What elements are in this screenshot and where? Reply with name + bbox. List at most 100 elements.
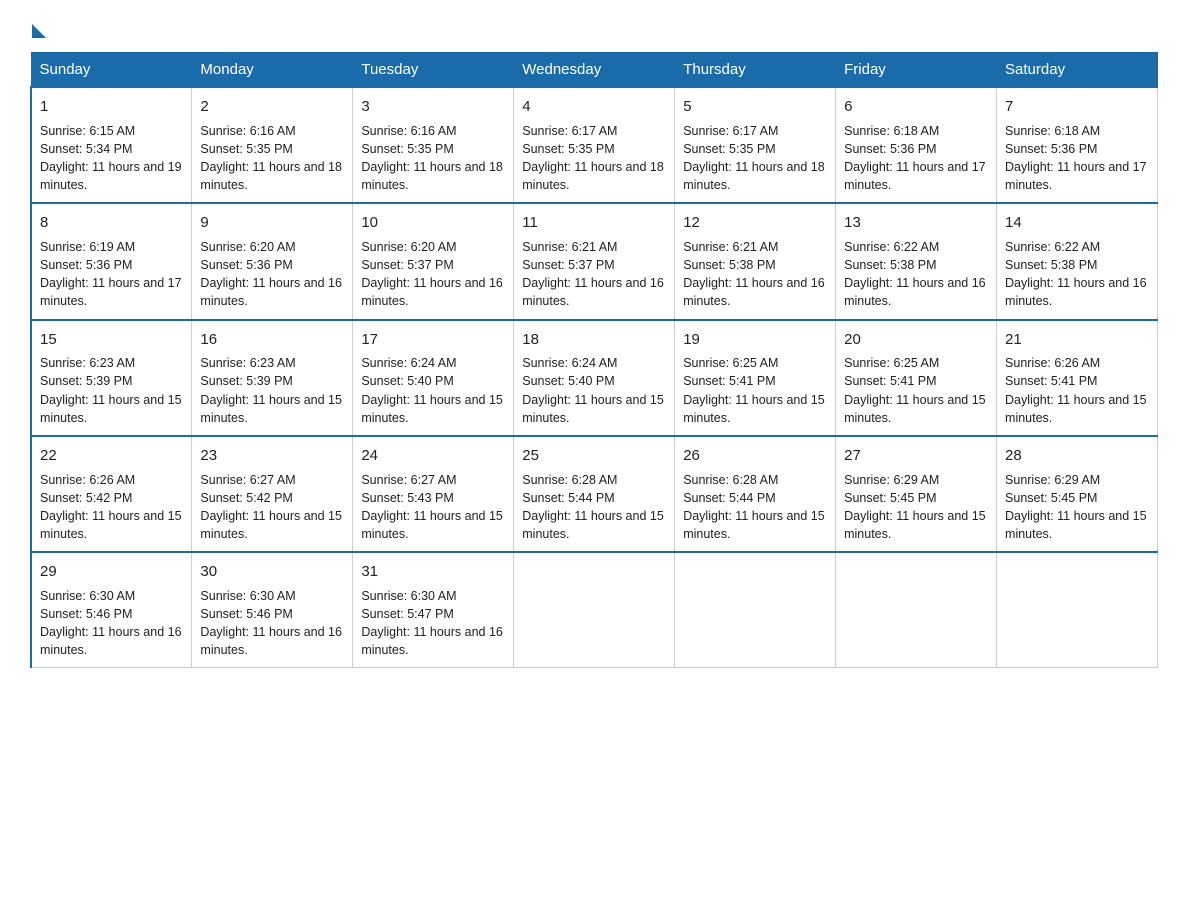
weekday-header-wednesday: Wednesday xyxy=(514,53,675,88)
day-info: Sunrise: 6:25 AMSunset: 5:41 PMDaylight:… xyxy=(683,356,825,424)
day-number: 17 xyxy=(361,329,505,351)
day-info: Sunrise: 6:28 AMSunset: 5:44 PMDaylight:… xyxy=(683,473,825,541)
day-info: Sunrise: 6:15 AMSunset: 5:34 PMDaylight:… xyxy=(40,124,182,192)
day-number: 24 xyxy=(361,445,505,467)
calendar-day-cell: 26 Sunrise: 6:28 AMSunset: 5:44 PMDayligh… xyxy=(675,436,836,552)
day-info: Sunrise: 6:20 AMSunset: 5:37 PMDaylight:… xyxy=(361,240,503,308)
day-number: 26 xyxy=(683,445,827,467)
calendar-day-cell: 28 Sunrise: 6:29 AMSunset: 5:45 PMDayligh… xyxy=(997,436,1158,552)
calendar-day-cell: 22Sunrise: 6:26 AMSunset: 5:42 PMDayligh… xyxy=(31,436,192,552)
day-number: 27 xyxy=(844,445,988,467)
calendar-week-row: 15 Sunrise: 6:23 AMSunset: 5:39 PMDayligh… xyxy=(31,320,1158,436)
day-info: Sunrise: 6:24 AMSunset: 5:40 PMDaylight:… xyxy=(361,356,503,424)
day-info: Sunrise: 6:30 AMSunset: 5:46 PMDaylight:… xyxy=(40,589,182,657)
calendar-day-cell: 3 Sunrise: 6:16 AMSunset: 5:35 PMDaylight… xyxy=(353,87,514,203)
calendar-day-cell: 13 Sunrise: 6:22 AMSunset: 5:38 PMDayligh… xyxy=(836,203,997,319)
day-number: 22 xyxy=(40,445,183,467)
day-info: Sunrise: 6:22 AMSunset: 5:38 PMDaylight:… xyxy=(844,240,986,308)
calendar-day-cell: 27 Sunrise: 6:29 AMSunset: 5:45 PMDayligh… xyxy=(836,436,997,552)
day-info: Sunrise: 6:20 AMSunset: 5:36 PMDaylight:… xyxy=(200,240,342,308)
day-number: 11 xyxy=(522,212,666,234)
day-number: 4 xyxy=(522,96,666,118)
calendar-day-cell: 21 Sunrise: 6:26 AMSunset: 5:41 PMDayligh… xyxy=(997,320,1158,436)
page-header xyxy=(30,20,1158,34)
day-number: 25 xyxy=(522,445,666,467)
day-info: Sunrise: 6:28 AMSunset: 5:44 PMDaylight:… xyxy=(522,473,664,541)
day-number: 20 xyxy=(844,329,988,351)
day-info: Sunrise: 6:27 AMSunset: 5:43 PMDaylight:… xyxy=(361,473,503,541)
weekday-header-tuesday: Tuesday xyxy=(353,53,514,88)
calendar-day-cell: 30Sunrise: 6:30 AMSunset: 5:46 PMDayligh… xyxy=(192,552,353,668)
day-number: 23 xyxy=(200,445,344,467)
day-info: Sunrise: 6:29 AMSunset: 5:45 PMDaylight:… xyxy=(844,473,986,541)
day-number: 6 xyxy=(844,96,988,118)
day-number: 29 xyxy=(40,561,183,583)
weekday-header-sunday: Sunday xyxy=(31,53,192,88)
day-info: Sunrise: 6:22 AMSunset: 5:38 PMDaylight:… xyxy=(1005,240,1147,308)
day-info: Sunrise: 6:21 AMSunset: 5:38 PMDaylight:… xyxy=(683,240,825,308)
day-info: Sunrise: 6:19 AMSunset: 5:36 PMDaylight:… xyxy=(40,240,182,308)
calendar-week-row: 22Sunrise: 6:26 AMSunset: 5:42 PMDayligh… xyxy=(31,436,1158,552)
calendar-day-cell xyxy=(675,552,836,668)
calendar-day-cell: 12Sunrise: 6:21 AMSunset: 5:38 PMDayligh… xyxy=(675,203,836,319)
calendar-day-cell: 6Sunrise: 6:18 AMSunset: 5:36 PMDaylight… xyxy=(836,87,997,203)
calendar-day-cell: 19 Sunrise: 6:25 AMSunset: 5:41 PMDayligh… xyxy=(675,320,836,436)
day-info: Sunrise: 6:26 AMSunset: 5:41 PMDaylight:… xyxy=(1005,356,1147,424)
calendar-day-cell xyxy=(514,552,675,668)
calendar-day-cell: 14 Sunrise: 6:22 AMSunset: 5:38 PMDayligh… xyxy=(997,203,1158,319)
day-info: Sunrise: 6:16 AMSunset: 5:35 PMDaylight:… xyxy=(200,124,342,192)
day-number: 15 xyxy=(40,329,183,351)
day-number: 5 xyxy=(683,96,827,118)
calendar-day-cell: 16Sunrise: 6:23 AMSunset: 5:39 PMDayligh… xyxy=(192,320,353,436)
day-number: 19 xyxy=(683,329,827,351)
day-number: 30 xyxy=(200,561,344,583)
calendar-day-cell: 9 Sunrise: 6:20 AMSunset: 5:36 PMDaylight… xyxy=(192,203,353,319)
day-number: 7 xyxy=(1005,96,1149,118)
day-info: Sunrise: 6:16 AMSunset: 5:35 PMDaylight:… xyxy=(361,124,503,192)
day-number: 9 xyxy=(200,212,344,234)
logo xyxy=(30,20,46,34)
day-info: Sunrise: 6:17 AMSunset: 5:35 PMDaylight:… xyxy=(683,124,825,192)
calendar-week-row: 1 Sunrise: 6:15 AMSunset: 5:34 PMDaylight… xyxy=(31,87,1158,203)
day-number: 28 xyxy=(1005,445,1149,467)
day-number: 1 xyxy=(40,96,183,118)
calendar-day-cell: 4 Sunrise: 6:17 AMSunset: 5:35 PMDaylight… xyxy=(514,87,675,203)
calendar-day-cell: 24 Sunrise: 6:27 AMSunset: 5:43 PMDayligh… xyxy=(353,436,514,552)
calendar-day-cell: 25 Sunrise: 6:28 AMSunset: 5:44 PMDayligh… xyxy=(514,436,675,552)
day-info: Sunrise: 6:23 AMSunset: 5:39 PMDaylight:… xyxy=(200,356,342,424)
calendar-week-row: 8 Sunrise: 6:19 AMSunset: 5:36 PMDaylight… xyxy=(31,203,1158,319)
calendar-day-cell: 17 Sunrise: 6:24 AMSunset: 5:40 PMDayligh… xyxy=(353,320,514,436)
day-info: Sunrise: 6:27 AMSunset: 5:42 PMDaylight:… xyxy=(200,473,342,541)
calendar-day-cell: 20 Sunrise: 6:25 AMSunset: 5:41 PMDayligh… xyxy=(836,320,997,436)
logo-arrow-icon xyxy=(32,24,46,38)
day-info: Sunrise: 6:17 AMSunset: 5:35 PMDaylight:… xyxy=(522,124,664,192)
calendar-day-cell: 2 Sunrise: 6:16 AMSunset: 5:35 PMDaylight… xyxy=(192,87,353,203)
calendar-day-cell: 1 Sunrise: 6:15 AMSunset: 5:34 PMDaylight… xyxy=(31,87,192,203)
day-info: Sunrise: 6:30 AMSunset: 5:47 PMDaylight:… xyxy=(361,589,503,657)
day-number: 10 xyxy=(361,212,505,234)
calendar-day-cell xyxy=(836,552,997,668)
calendar-week-row: 29 Sunrise: 6:30 AMSunset: 5:46 PMDayligh… xyxy=(31,552,1158,668)
weekday-header-friday: Friday xyxy=(836,53,997,88)
day-number: 3 xyxy=(361,96,505,118)
day-info: Sunrise: 6:25 AMSunset: 5:41 PMDaylight:… xyxy=(844,356,986,424)
day-number: 14 xyxy=(1005,212,1149,234)
calendar-day-cell: 8 Sunrise: 6:19 AMSunset: 5:36 PMDaylight… xyxy=(31,203,192,319)
day-info: Sunrise: 6:29 AMSunset: 5:45 PMDaylight:… xyxy=(1005,473,1147,541)
calendar-day-cell: 11 Sunrise: 6:21 AMSunset: 5:37 PMDayligh… xyxy=(514,203,675,319)
calendar-day-cell: 31Sunrise: 6:30 AMSunset: 5:47 PMDayligh… xyxy=(353,552,514,668)
day-info: Sunrise: 6:18 AMSunset: 5:36 PMDaylight:… xyxy=(1005,124,1147,192)
day-number: 21 xyxy=(1005,329,1149,351)
day-info: Sunrise: 6:21 AMSunset: 5:37 PMDaylight:… xyxy=(522,240,664,308)
calendar-day-cell: 10 Sunrise: 6:20 AMSunset: 5:37 PMDayligh… xyxy=(353,203,514,319)
calendar-day-cell: 7 Sunrise: 6:18 AMSunset: 5:36 PMDaylight… xyxy=(997,87,1158,203)
day-info: Sunrise: 6:23 AMSunset: 5:39 PMDaylight:… xyxy=(40,356,182,424)
weekday-header-thursday: Thursday xyxy=(675,53,836,88)
day-number: 13 xyxy=(844,212,988,234)
day-number: 2 xyxy=(200,96,344,118)
calendar-day-cell: 23 Sunrise: 6:27 AMSunset: 5:42 PMDayligh… xyxy=(192,436,353,552)
weekday-header-saturday: Saturday xyxy=(997,53,1158,88)
day-info: Sunrise: 6:24 AMSunset: 5:40 PMDaylight:… xyxy=(522,356,664,424)
day-number: 8 xyxy=(40,212,183,234)
weekday-header-monday: Monday xyxy=(192,53,353,88)
